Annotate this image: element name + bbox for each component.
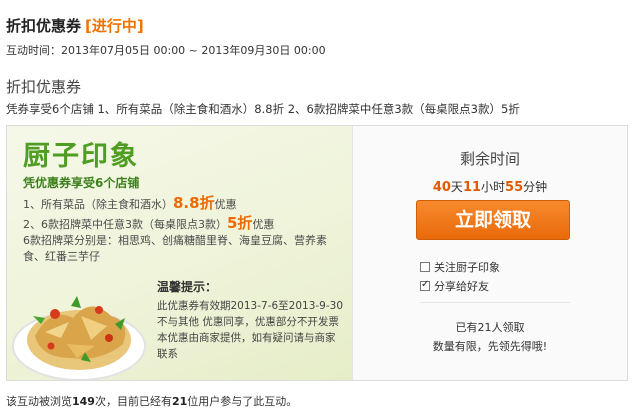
follow-option[interactable]: 关注厨子印象 (420, 259, 500, 275)
coupon-title: 折扣优惠券 (6, 17, 82, 35)
offer-2-suffix: 优惠 (252, 218, 275, 231)
coupon-card: 厨子印象 凭优惠券享受6个店铺 1、所有菜品（除主食和酒水）8.8折优惠 2、6… (6, 125, 628, 381)
interaction-time: 互动时间：2013年07月05日 00:00 ~ 2013年09月30日 00:… (6, 42, 326, 58)
dish-list-line-1: 6款招牌菜分别是：相思鸡、创痛糖醋里脊、海皇豆腐、营养素 (23, 234, 327, 247)
countdown-hours: 11 (462, 180, 482, 195)
coupon-description: 凭券享受6个店铺 1、所有菜品（除主食和酒水）8.8折 2、6款招牌菜中任意3款… (6, 102, 520, 116)
view-stats: 该互动被浏览149次，目前已经有21位用户参与了此互动。 (6, 393, 297, 409)
offer-line-2: 2、6款招牌菜中任意3款（每桌限点3款）5折优惠 (23, 212, 274, 233)
offer-2-discount: 5折 (227, 214, 253, 232)
tip-exclusion: 不与其他 优惠同享，优惠部分不开发票 (157, 316, 339, 328)
offer-2-text: 2、6款招牌菜中任意3款（每桌限点3款） (23, 218, 227, 231)
tips-title: 温馨提示： (157, 280, 218, 294)
offer-1-discount: 8.8折 (173, 194, 215, 212)
section-title: 折扣优惠券 (6, 78, 82, 96)
time-range: 2013年07月05日 00:00 ~ 2013年09月30日 00:00 (61, 44, 326, 57)
follow-checkbox[interactable] (420, 262, 430, 272)
status-badge: [进行中] (85, 17, 144, 35)
page-title: 折扣优惠券 [进行中] (6, 15, 144, 36)
countdown: 40天11小时55分钟 (353, 178, 627, 195)
limited-hint: 数量有限，先领先得哦! (432, 340, 548, 353)
stats-prefix: 该互动被浏览 (6, 395, 72, 408)
claimed-count: 已有21人领取 (455, 321, 525, 334)
offer-1-text: 1、所有菜品（除主食和酒水） (23, 198, 173, 211)
participant-count: 21 (171, 395, 188, 408)
claim-now-button[interactable]: 立即领取 (416, 200, 570, 240)
offer-line-1: 1、所有菜品（除主食和酒水）8.8折优惠 (23, 192, 237, 213)
stats-suffix: 位用户参与了此互动。 (187, 395, 298, 408)
share-checkbox[interactable] (420, 279, 430, 291)
claim-panel: 剩余时间 40天11小时55分钟 立即领取 关注厨子印象 分享给好友 已有21人… (352, 126, 627, 380)
hours-unit: 小时 (481, 180, 506, 194)
countdown-days: 40 (432, 180, 451, 195)
countdown-minutes: 55 (505, 180, 524, 195)
follow-label: 关注厨子印象 (434, 261, 500, 274)
share-option[interactable]: 分享给好友 (420, 278, 489, 294)
time-label: 互动时间： (6, 44, 61, 57)
dish-image (12, 296, 146, 380)
view-count: 149 (72, 395, 95, 408)
remaining-time-label: 剩余时间 (459, 150, 520, 168)
stats-middle: 次，目前已经有 (94, 395, 172, 408)
tip-contact: 本优惠由商家提供，如有疑问请与商家 (157, 332, 336, 344)
offer-1-suffix: 优惠 (214, 198, 237, 211)
brand-name: 厨子印象 (23, 141, 139, 172)
tip-validity: 此优惠券有效期2013-7-6至2013-9-30 (157, 300, 344, 312)
share-label: 分享给好友 (434, 280, 489, 293)
days-unit: 天 (450, 180, 463, 194)
minutes-unit: 分钟 (523, 180, 548, 194)
coupon-banner: 厨子印象 凭优惠券享受6个店铺 1、所有菜品（除主食和酒水）8.8折优惠 2、6… (7, 126, 352, 380)
tip-contact-cont: 联系 (157, 348, 178, 360)
dish-list-line-2: 食、红番三芋仔 (23, 250, 100, 263)
divider (420, 302, 570, 303)
banner-subhead: 凭优惠券享受6个店铺 (23, 176, 140, 190)
